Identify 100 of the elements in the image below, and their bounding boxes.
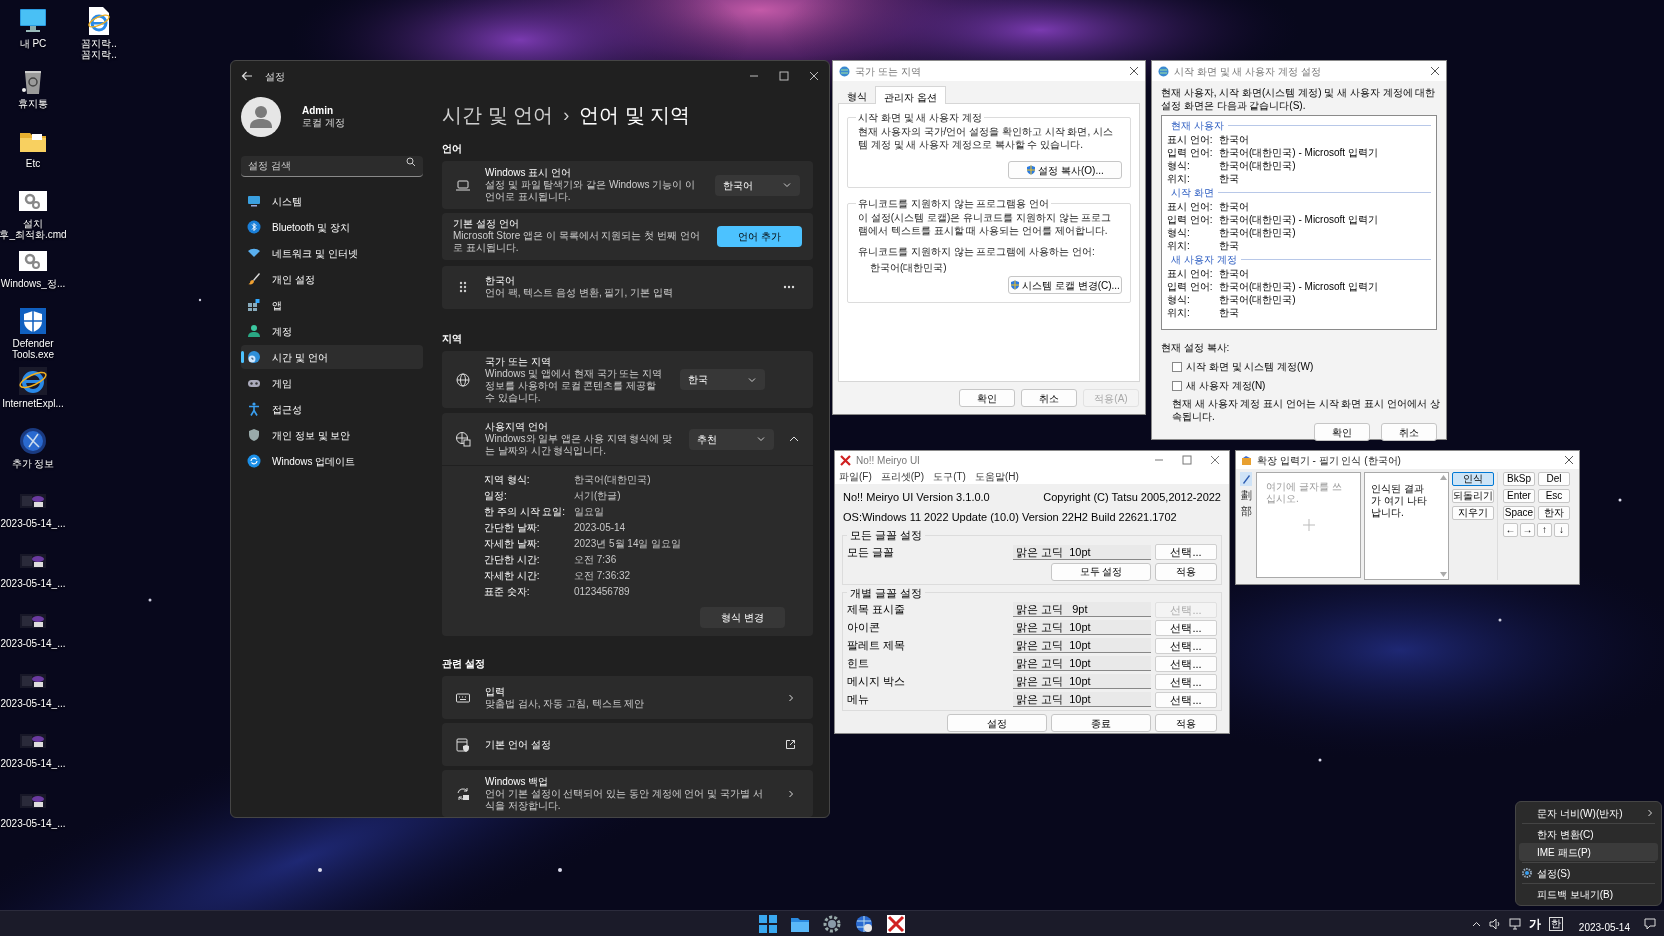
arrow-key-button[interactable]: ↑	[1537, 523, 1552, 537]
tab[interactable]: 형식	[839, 88, 875, 103]
nav-item[interactable]: 계정	[241, 319, 423, 343]
close-icon[interactable]	[1564, 455, 1574, 465]
chevron-up-icon[interactable]	[1471, 919, 1481, 929]
menu-item[interactable]: 도움말(H)	[974, 469, 1019, 484]
apply-button[interactable]: 적용	[1155, 714, 1217, 732]
more-icon[interactable]	[783, 285, 795, 290]
dropdown[interactable]: 한국	[680, 369, 765, 390]
nav-item[interactable]: 앱	[241, 293, 423, 317]
nav-item[interactable]: 접근성	[241, 397, 423, 421]
network-icon[interactable]	[1508, 918, 1521, 930]
select-button[interactable]: 선택...	[1155, 655, 1217, 672]
globe-icon[interactable]	[18, 426, 48, 456]
dropdown[interactable]: 한국어	[715, 174, 800, 196]
tool-button[interactable]: 劃	[1240, 489, 1252, 502]
close-icon[interactable]	[1430, 66, 1440, 76]
notification-icon[interactable]	[1644, 918, 1656, 930]
menu-item[interactable]: IME 패드(P)	[1519, 843, 1658, 861]
chevron-down-icon	[782, 180, 792, 190]
copyright-text: Copyright (C) Tatsu 2005,2012-2022	[1043, 490, 1221, 505]
arrow-key-button[interactable]: ↓	[1554, 523, 1569, 537]
exit-button[interactable]: 종료	[1051, 714, 1151, 732]
shield-icon[interactable]	[18, 306, 48, 336]
action-button[interactable]: 지우기	[1452, 506, 1494, 520]
search-field[interactable]: 설정 검색	[241, 155, 423, 177]
select-button[interactable]: 선택...	[1155, 691, 1217, 708]
copy-settings-button[interactable]: 설정 복사(O)...	[1008, 161, 1122, 179]
close-icon[interactable]	[1210, 455, 1220, 465]
browser-icon[interactable]	[18, 366, 48, 396]
menu-item[interactable]: 설정(S)	[1519, 864, 1658, 882]
select-button[interactable]: 선택...	[1155, 619, 1217, 636]
key-button[interactable]: Enter	[1503, 489, 1535, 503]
checkbox[interactable]	[1172, 380, 1182, 391]
tab[interactable]: 관리자 옵션	[875, 86, 946, 104]
dialog-button[interactable]: 취소	[1021, 389, 1077, 407]
set-all-button[interactable]: 모두 설정	[1051, 562, 1151, 581]
nav-item[interactable]: Windows 업데이트	[241, 449, 423, 473]
select-button[interactable]: 선택...	[1155, 637, 1217, 654]
select-button[interactable]: 선택...	[1155, 544, 1217, 560]
gear-icon[interactable]	[822, 913, 842, 934]
arrow-key-button[interactable]: ←	[1503, 523, 1518, 537]
menu-item[interactable]: 파일(F)	[839, 469, 872, 484]
icon-label: Defender Tools.exe	[11, 338, 55, 360]
checkbox[interactable]	[1172, 361, 1182, 372]
settings-card[interactable]: 입력 맞춤법 검사, 자동 고침, 텍스트 제안	[442, 676, 813, 720]
add-language-button[interactable]: 언어 추가	[717, 225, 802, 247]
nav-item[interactable]: 게임	[241, 371, 423, 395]
breadcrumb-separator: ›	[563, 103, 570, 127]
breadcrumb-link[interactable]: 시간 및 언어	[442, 100, 554, 130]
maximize-icon[interactable]	[779, 71, 789, 81]
wifi-icon	[247, 246, 261, 260]
action-button[interactable]: 인식	[1452, 472, 1494, 486]
globe-icon[interactable]	[854, 913, 874, 934]
select-button[interactable]: 선택...	[1155, 673, 1217, 690]
back-icon[interactable]	[241, 70, 253, 82]
dropdown[interactable]: 추천	[689, 428, 774, 450]
key-button[interactable]: Esc	[1538, 489, 1570, 503]
key-button[interactable]: BkSp	[1503, 472, 1535, 486]
nav-item[interactable]: Bluetooth 및 장치	[241, 215, 423, 239]
dialog-button[interactable]: 확인	[1314, 423, 1370, 441]
menu-item[interactable]: 프리셋(P)	[880, 469, 925, 484]
arrow-key-button[interactable]: →	[1520, 523, 1535, 537]
menu-item[interactable]: 한자 변환(C)	[1519, 825, 1658, 843]
close-icon[interactable]	[1129, 66, 1139, 76]
change-locale-button[interactable]: 시스템 로캘 변경(C)...	[1008, 276, 1122, 294]
action-button[interactable]: 되돌리기	[1452, 489, 1494, 503]
ime-mode-indicator[interactable]: 가	[1528, 915, 1541, 933]
clock-date[interactable]: 2023-05-14	[1578, 920, 1630, 935]
nav-item[interactable]: 네트워크 및 인터넷	[241, 241, 423, 265]
search-icon[interactable]	[406, 157, 416, 167]
key-button[interactable]: 한자	[1538, 506, 1570, 520]
ime-hangul-indicator[interactable]: 한	[1548, 917, 1563, 931]
change-format-button[interactable]: 형식 변경	[700, 607, 785, 629]
dialog-button[interactable]: 확인	[959, 389, 1015, 407]
nav-item[interactable]: 시간 및 언어	[241, 345, 423, 369]
dialog-button[interactable]: 취소	[1381, 423, 1437, 441]
settings-button[interactable]: 설정	[947, 714, 1047, 732]
settings-card[interactable]: Windows 백업 언어 기본 설정이 선택되어 있는 동안 계정에 언어 및 국가별 서식을 저장합니다.	[442, 770, 813, 817]
globe-icon	[455, 371, 471, 388]
nav-item[interactable]: 개인 설정	[241, 267, 423, 291]
section-label: 현재 설정 복사:	[1160, 341, 1231, 355]
close-icon[interactable]	[809, 71, 819, 81]
row-value: 한국어(대한민국)	[1219, 226, 1297, 239]
menu-item[interactable]: 도구(T)	[933, 469, 966, 484]
key-button[interactable]: Space	[1503, 506, 1535, 520]
speaker-icon[interactable]	[1488, 918, 1501, 930]
key-button[interactable]: Del	[1538, 472, 1570, 486]
account-type: 로컬 계정	[302, 117, 345, 129]
menu-item[interactable]: 문자 너비(W)(반자)	[1519, 804, 1658, 822]
nav-item[interactable]: 개인 정보 및 보안	[241, 423, 423, 447]
apply-button[interactable]: 적용	[1155, 562, 1217, 581]
nav-item[interactable]: 시스템	[241, 189, 423, 213]
maximize-icon[interactable]	[1182, 455, 1192, 465]
menu-item[interactable]: 피드백 보내기(B)	[1519, 885, 1658, 903]
tool-button[interactable]: 部	[1240, 505, 1252, 518]
app-icon[interactable]	[886, 913, 906, 934]
settings-card[interactable]: 기본 언어 설정	[442, 723, 813, 767]
start-icon[interactable]	[758, 913, 778, 934]
pen-icon[interactable]	[1240, 472, 1252, 486]
